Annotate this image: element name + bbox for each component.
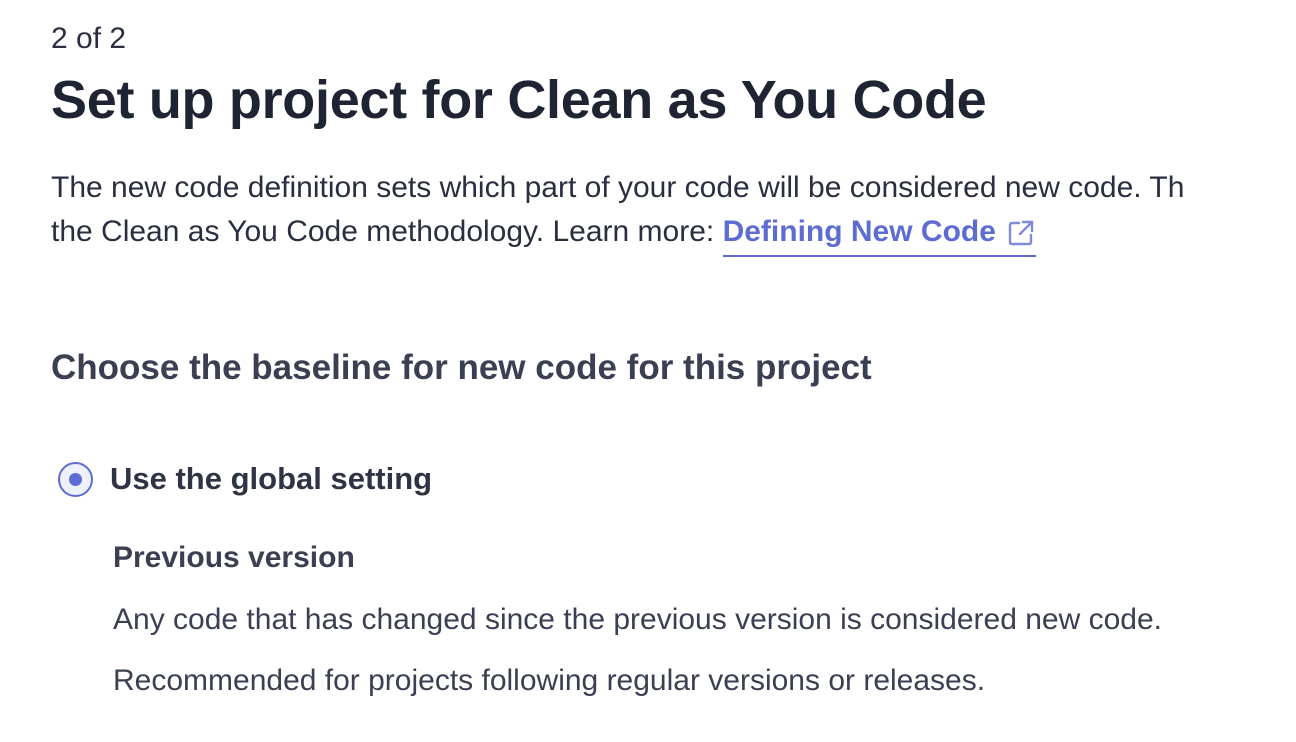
global-setting-description: Any code that has changed since the prev… [113, 603, 1162, 636]
new-code-setup-page: 2 of 2 Set up project for Clean as You C… [0, 0, 1296, 742]
radio-button-selected[interactable] [58, 461, 93, 497]
radio-dot [69, 472, 82, 486]
description: The new code definition sets which part … [51, 166, 1296, 257]
use-global-setting-label[interactable]: Use the global setting [110, 458, 432, 500]
defining-new-code-link[interactable]: Defining New Code [722, 210, 1036, 257]
baseline-section-heading: Choose the baseline for new code for thi… [51, 348, 872, 387]
description-line-2: the Clean as You Code methodology. Learn… [51, 210, 1296, 257]
defining-new-code-link-label: Defining New Code [722, 215, 996, 248]
step-indicator: 2 of 2 [51, 22, 127, 55]
use-global-setting-option[interactable]: Use the global setting [58, 458, 432, 500]
page-title: Set up project for Clean as You Code [51, 70, 987, 130]
global-setting-recommendation: Recommended for projects following regul… [113, 664, 986, 697]
external-link-icon [1006, 217, 1036, 247]
global-setting-name: Previous version [113, 541, 355, 574]
description-line-2-text: the Clean as You Code methodology. Learn… [51, 215, 723, 248]
description-line-1: The new code definition sets which part … [51, 171, 1185, 204]
